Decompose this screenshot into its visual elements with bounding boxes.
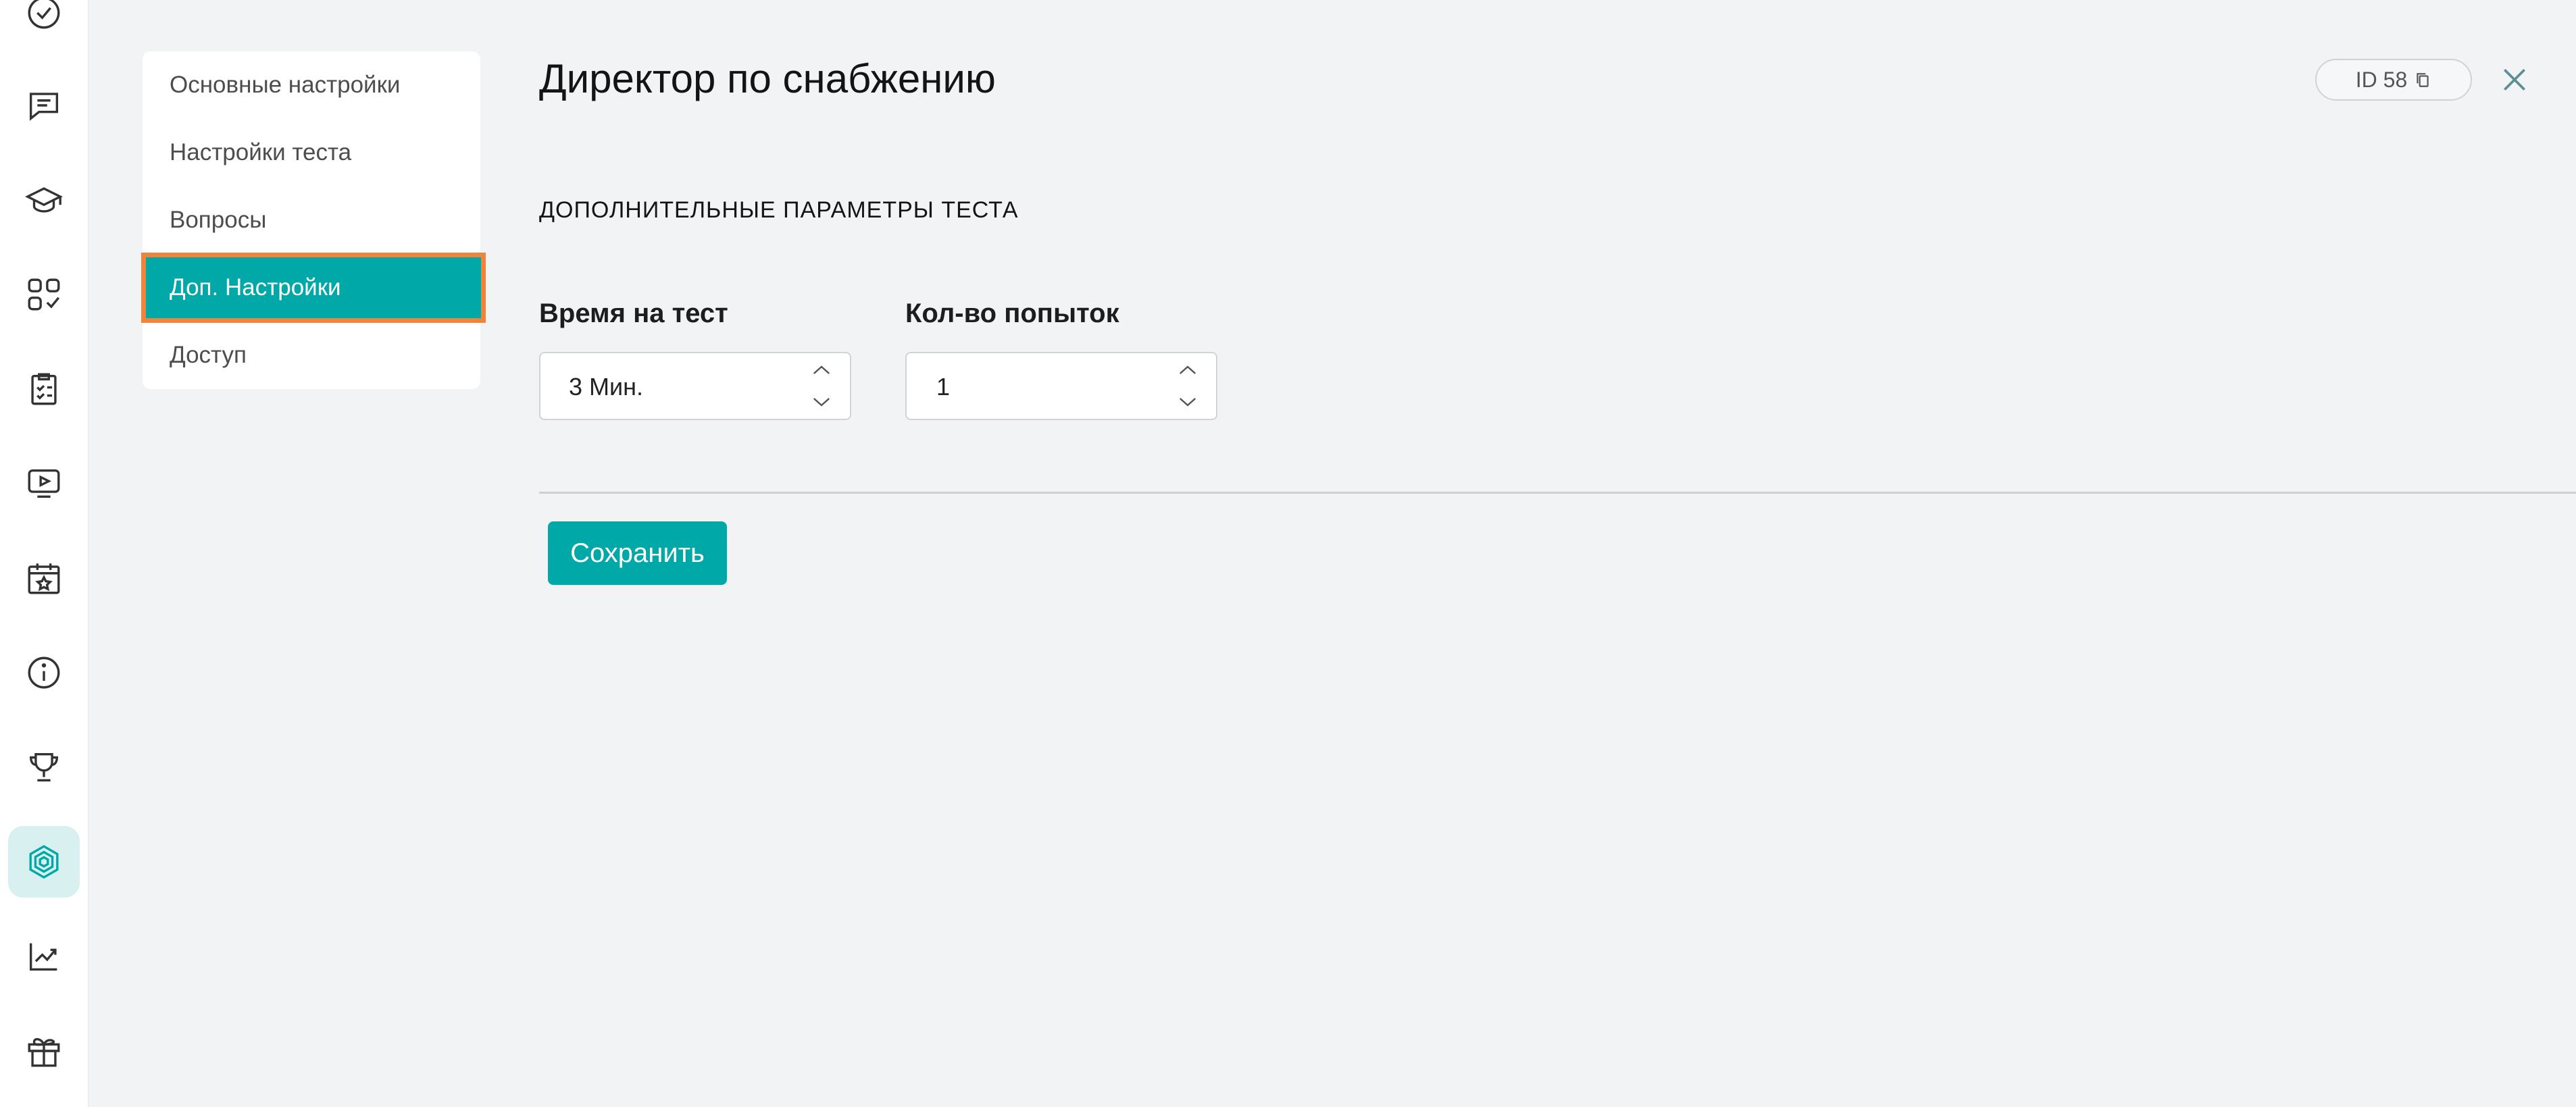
time-increment-button[interactable]: [808, 357, 835, 384]
graduation-cap-icon: [25, 187, 63, 213]
close-button[interactable]: [2493, 58, 2536, 101]
rail-item-chat[interactable]: [8, 70, 80, 141]
video-player-icon: [28, 469, 60, 498]
calendar-star-icon: [28, 563, 60, 594]
trophy-icon: [29, 752, 59, 782]
left-rail: [0, 0, 89, 1107]
apps-icon: [28, 278, 60, 311]
attempts-field-label: Кол-во попыток: [905, 299, 1119, 328]
settings-menu: Основные настройки Настройки теста Вопро…: [141, 51, 486, 389]
menu-item-main-settings[interactable]: Основные настройки: [143, 51, 480, 119]
rail-item-apps[interactable]: [8, 259, 80, 330]
chevron-up-icon: [813, 365, 830, 374]
menu-item-access[interactable]: Доступ: [143, 321, 480, 389]
menu-item-label: Настройки теста: [170, 139, 352, 165]
menu-item-questions[interactable]: Вопросы: [143, 186, 480, 254]
attempts-increment-button[interactable]: [1174, 357, 1201, 384]
rail-item-tests[interactable]: [8, 353, 80, 425]
chart-icon: [29, 943, 57, 971]
menu-item-label: Основные настройки: [170, 72, 401, 98]
close-icon: [2504, 69, 2525, 91]
chevron-down-icon: [813, 398, 830, 407]
copy-icon: [2417, 73, 2429, 87]
id-badge[interactable]: ID 58: [2315, 59, 2472, 101]
section-title: ДОПОЛНИТЕЛЬНЫЕ ПАРАМЕТРЫ ТЕСТА: [539, 197, 1019, 223]
hexagon-icon: [29, 845, 59, 879]
menu-item-label: Доступ: [170, 342, 247, 368]
time-stepper: [539, 352, 851, 420]
rail-item-videos[interactable]: [8, 448, 80, 519]
gift-icon: [28, 1037, 60, 1067]
rail-item-achievements[interactable]: [8, 731, 80, 803]
rail-item-info[interactable]: [8, 637, 80, 709]
rail-item-competencies[interactable]: [8, 826, 80, 898]
attempts-stepper: [905, 352, 1217, 420]
chevron-down-icon: [1179, 398, 1196, 407]
chat-icon: [29, 93, 59, 121]
rail-item-courses[interactable]: [8, 164, 80, 236]
rail-item-analytics[interactable]: [8, 921, 80, 992]
check-circle-icon: [28, 0, 60, 29]
menu-item-extra-settings[interactable]: Доп. Настройки: [141, 253, 486, 323]
rail-item-tasks[interactable]: [8, 0, 80, 49]
menu-item-label: Вопросы: [170, 207, 267, 233]
clipboard-checklist-icon: [31, 373, 57, 405]
attempts-decrement-button[interactable]: [1174, 388, 1201, 415]
divider: [539, 492, 2576, 494]
page-title: Директор по снабжению: [539, 56, 996, 101]
id-label: ID 58: [2355, 67, 2408, 92]
menu-item-test-settings[interactable]: Настройки теста: [143, 119, 480, 186]
chevron-up-icon: [1179, 365, 1196, 374]
attempts-input[interactable]: [935, 353, 1140, 420]
rail-item-rewards[interactable]: [8, 1015, 80, 1087]
info-icon: [28, 657, 60, 689]
time-decrement-button[interactable]: [808, 388, 835, 415]
rail-item-events[interactable]: [8, 542, 80, 614]
time-input[interactable]: [567, 353, 773, 420]
save-button[interactable]: Сохранить: [548, 521, 727, 585]
time-field-label: Время на тест: [539, 299, 728, 328]
menu-item-label: Доп. Настройки: [170, 274, 341, 301]
